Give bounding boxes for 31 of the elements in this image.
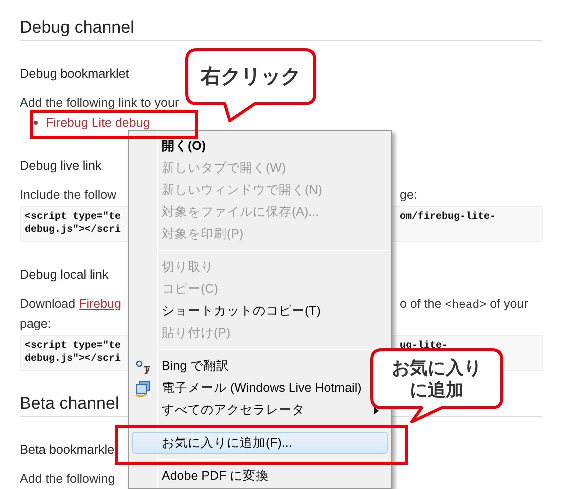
- code-text: debug.js"></scri: [25, 353, 122, 366]
- paragraph-text: o of the <head> of your: [400, 296, 528, 314]
- section-heading: Beta channel: [20, 393, 120, 415]
- translate-icon: [135, 359, 151, 375]
- paragraph-text: Download: [20, 297, 77, 311]
- callout-text: 右クリック: [201, 65, 301, 89]
- subsection-heading: Beta bookmarkle: [20, 441, 115, 459]
- code-text: <script type="te: [25, 340, 122, 353]
- bookmarklet-link[interactable]: Firebug Lite debug: [46, 113, 150, 133]
- paragraph-text: ge:: [400, 187, 418, 204]
- mail-icon: [135, 381, 151, 397]
- subsection-heading: Debug bookmarklet: [20, 65, 130, 83]
- code-text: debug.js"></scri: [25, 224, 122, 237]
- paragraph-text: page:: [20, 316, 52, 333]
- menu-item[interactable]: Adobe PDF に変換: [132, 465, 388, 487]
- menu-item[interactable]: すべてのアクセラレータ: [132, 399, 388, 421]
- paragraph-text: Add the following: [20, 471, 116, 488]
- download-link[interactable]: Firebug: [79, 297, 122, 311]
- callout-text: お気に入り に追加: [392, 357, 482, 401]
- code-text: <script type="te: [25, 211, 122, 224]
- menu-item[interactable]: お気に入りに追加(F)...: [132, 432, 388, 454]
- menu-item[interactable]: 電子メール (Windows Live Hotmail): [132, 377, 388, 399]
- section-heading: Debug channel: [20, 17, 134, 39]
- bullet-icon: [34, 121, 38, 125]
- subsection-heading: Debug local link: [20, 266, 109, 284]
- menu-item[interactable]: ショートカットのコピー(T): [132, 300, 388, 322]
- menu-item[interactable]: 開く(O): [132, 135, 388, 157]
- code-text: om/firebug-lite-: [400, 211, 496, 224]
- paragraph-text: Add the following link to your: [20, 95, 180, 112]
- paragraph-text: Include the follow: [20, 187, 117, 204]
- subsection-heading: Debug live link: [20, 157, 102, 175]
